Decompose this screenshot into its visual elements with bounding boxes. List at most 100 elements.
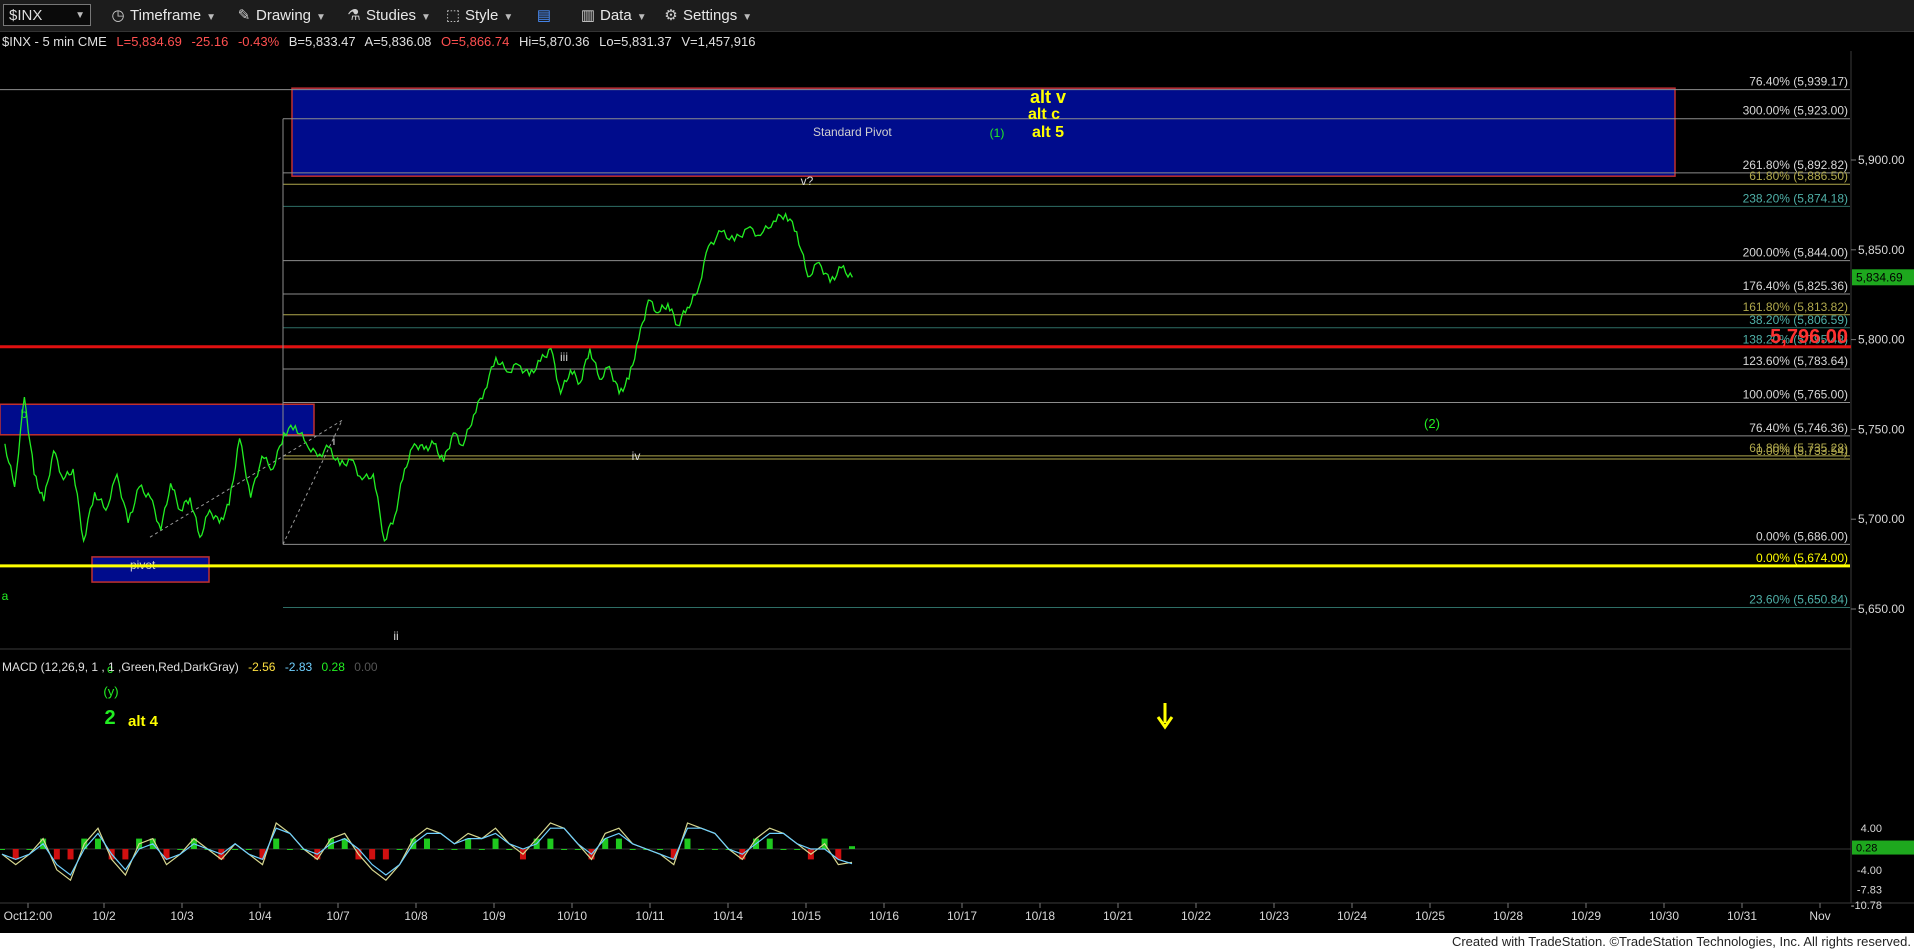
- macd-hist-bar: [12, 849, 19, 860]
- x-tick-label: 10/2: [92, 909, 116, 923]
- macd-hist-bar: [766, 838, 773, 849]
- macd-hist-bar: [561, 849, 568, 850]
- x-tick-label: 10/14: [713, 909, 743, 923]
- fib-level-label: 61.80% (5,886.50): [1749, 169, 1848, 183]
- macd-hist-bar: [547, 838, 554, 849]
- macd-hist-bar: [232, 849, 239, 850]
- layout-button[interactable]: ▤: [536, 5, 556, 27]
- timeframe-label: Timeframe: [130, 7, 202, 24]
- macd-y-tick-label: -7.83: [1857, 885, 1882, 897]
- x-tick-label: 10/25: [1415, 909, 1445, 923]
- macd-zero-value: 0.00: [354, 660, 378, 674]
- macd-hist-bar: [657, 849, 664, 850]
- x-tick-label: 10/9: [482, 909, 506, 923]
- gear-icon: ⚙: [664, 7, 678, 24]
- macd-hist-bar: [369, 849, 376, 860]
- style-label: Style: [465, 7, 499, 24]
- drawing-button[interactable]: ✎ Drawing ▼: [236, 5, 326, 27]
- wave-label: alt v: [1030, 87, 1066, 107]
- chart-symbol: $INX - 5 min CME: [2, 34, 107, 49]
- macd-hist-bar: [0, 849, 5, 850]
- x-tick-label: 10/23: [1259, 909, 1289, 923]
- wave-label: (2): [1424, 416, 1440, 431]
- price-chart[interactable]: $INX - 5 min CME L=5,834.69 -25.16 -0.43…: [0, 31, 1914, 933]
- x-tick-label: 10/22: [1181, 909, 1211, 923]
- macd-hist-bar: [615, 838, 622, 849]
- fib-level-label: 0.00% (5,733.54): [1756, 444, 1848, 458]
- wave-label: (1): [990, 126, 1005, 140]
- fib-level-label: 200.00% (5,844.00): [1743, 246, 1848, 260]
- red-level-label: 5,796.00: [1770, 326, 1848, 348]
- x-tick-label: 10/10: [557, 909, 587, 923]
- fib-level-label: 123.60% (5,783.64): [1743, 354, 1848, 368]
- y-tick-label: 5,650.00: [1858, 602, 1905, 616]
- x-tick-label: 10/28: [1493, 909, 1523, 923]
- x-tick-label: 10/18: [1025, 909, 1055, 923]
- layout-icon: ▤: [536, 7, 552, 24]
- clock-icon: ◷: [111, 7, 125, 24]
- macd-hist-bar: [451, 849, 458, 850]
- footer: Created with TradeStation. ©TradeStation…: [0, 933, 1914, 950]
- symbol-value: $INX: [9, 7, 43, 24]
- macd-hist-bar: [629, 849, 636, 850]
- x-tick-label: 10/30: [1649, 909, 1679, 923]
- data-button[interactable]: ▥ Data ▼: [580, 5, 647, 27]
- price-line: [4, 212, 853, 544]
- macd-hist-bar: [465, 838, 472, 849]
- macd-hist-bar: [382, 849, 389, 860]
- macd-signal-line: [1, 827, 853, 876]
- copyright-text: Created with TradeStation. ©TradeStation…: [1451, 934, 1911, 949]
- x-tick-label: 10/3: [170, 909, 194, 923]
- macd-hist-bar: [780, 849, 787, 850]
- x-tick-label: 10/4: [248, 909, 272, 923]
- wave-label: a: [2, 589, 9, 603]
- macd-hist-tag-label: 0.28: [1856, 843, 1877, 855]
- fib-level-label: 0.00% (5,686.00): [1756, 529, 1848, 543]
- macd-hist-bar: [794, 849, 801, 850]
- x-tick-label: Nov: [1809, 909, 1830, 923]
- pivot-zone: [0, 403, 315, 436]
- macd-hist-bar: [26, 849, 33, 850]
- studies-label: Studies: [366, 7, 417, 24]
- x-tick-label: 10/24: [1337, 909, 1367, 923]
- macd-hist-bar: [684, 838, 691, 849]
- flask-icon: ⚗: [347, 7, 361, 24]
- ask-price: A=5,836.08: [365, 34, 432, 49]
- last-price: L=5,834.69: [116, 34, 181, 49]
- macd-hist-bar: [849, 846, 855, 849]
- settings-button[interactable]: ⚙ Settings ▼: [663, 5, 752, 27]
- fib-level-label: 23.60% (5,650.84): [1749, 592, 1848, 606]
- studies-button[interactable]: ⚗ Studies ▼: [346, 5, 431, 27]
- chevron-down-icon: ▼: [75, 10, 85, 21]
- svg-text:MACD (12,26,9, 1 , 1 ,Green,Re: MACD (12,26,9, 1 , 1 ,Green,Red,DarkGray…: [2, 660, 378, 674]
- wave-label: alt c: [1028, 106, 1060, 123]
- macd-hist-bar: [177, 849, 184, 850]
- macd-hist-bar: [711, 849, 718, 850]
- x-tick-label: Oct12:00: [4, 909, 53, 923]
- style-icon: ⬚: [445, 7, 461, 24]
- macd-hist-bar: [245, 849, 252, 850]
- drawing-label: Drawing: [256, 7, 312, 24]
- fib-level-label: 0.00% (5,674.00): [1756, 551, 1848, 565]
- macd-y-tick-label: -10.78: [1851, 900, 1882, 912]
- x-tick-label: 10/29: [1571, 909, 1601, 923]
- fib-level-label: 76.40% (5,746.36): [1749, 421, 1848, 435]
- y-tick-label: 5,900.00: [1858, 153, 1905, 167]
- macd-signal-value: -2.83: [285, 660, 313, 674]
- macd-value: -2.56: [248, 660, 276, 674]
- style-button[interactable]: ⬚ Style ▼: [445, 5, 513, 27]
- y-tick-label: 5,750.00: [1858, 422, 1905, 436]
- toolbar: $INX ▼ ◷ Timeframe ▼ ✎ Drawing ▼ ⚗ Studies ▼ ⬚…: [0, 0, 1914, 32]
- x-tick-label: 10/16: [869, 909, 899, 923]
- bar-chart-icon: ▥: [580, 7, 596, 24]
- fib-level-label: 238.20% (5,874.18): [1743, 191, 1848, 205]
- symbol-input[interactable]: $INX ▼: [3, 4, 91, 26]
- fib-level-label: 176.40% (5,825.36): [1743, 279, 1848, 293]
- macd-hist-bar: [286, 849, 293, 850]
- chevron-down-icon: ▼: [503, 12, 514, 23]
- wave-label: b: [21, 407, 28, 421]
- macd-hist-bar: [424, 838, 430, 849]
- chevron-down-icon: ▼: [206, 12, 217, 23]
- timeframe-button[interactable]: ◷ Timeframe ▼: [110, 5, 216, 27]
- chevron-down-icon: ▼: [636, 12, 647, 23]
